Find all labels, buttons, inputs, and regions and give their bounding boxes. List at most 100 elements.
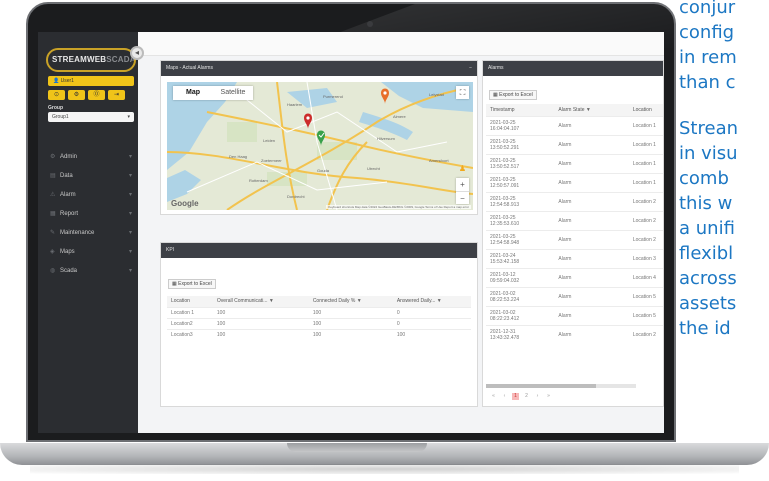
camera-dot — [367, 21, 373, 27]
alarm-time: 12:50:57.091 — [490, 182, 520, 189]
map-label-hilversum: Hilversum — [377, 136, 395, 141]
alarms-column-header[interactable]: Location — [628, 104, 663, 116]
alarm-timestamp-cell: 2021-03-25 12:54:58.913 — [486, 191, 555, 211]
filter-icon[interactable]: ▼ — [585, 107, 591, 113]
sidebar-item-scada[interactable]: ◍ Scada ▾ — [38, 262, 138, 281]
alarm-location-cell: Location 5 — [628, 305, 663, 325]
fullscreen-icon[interactable]: ⛶ — [456, 86, 469, 99]
side-text-column: conjur config in rem than c Strean in visu co… — [679, 0, 769, 440]
sidebar-item-admin[interactable]: ⚙ Admin ▾ — [38, 148, 138, 167]
user-icon: 👤 — [53, 78, 61, 84]
alarm-state-cell: Alarm — [554, 210, 629, 230]
table-row[interactable]: Location2 100 100 0 — [167, 317, 471, 329]
alarm-timestamp-cell: 2021-12-31 13:43:32.478 — [486, 324, 555, 344]
alarms-export-excel-button[interactable]: ▦ Export to Excel — [489, 90, 537, 100]
sidebar-item-alarm[interactable]: ⚠ Alarm ▾ — [38, 186, 138, 205]
profile-action-button[interactable]: ⊙ — [48, 90, 65, 100]
logout-action-button[interactable]: ⇥ — [108, 90, 125, 100]
alarm-time: 12:35:53.610 — [490, 220, 520, 227]
side-text-line: in rem — [679, 47, 737, 68]
filter-icon[interactable]: ▼ — [435, 298, 442, 304]
alarm-timestamp-cell: 2021-03-25 12:50:57.091 — [486, 172, 555, 192]
table-row[interactable]: 2021-03-24 15:53:42.158 Alarm Location 3 — [486, 248, 663, 268]
kpi-column-header[interactable]: Overall Communicati... ▼ — [212, 296, 309, 307]
pagination-button[interactable]: › — [534, 393, 541, 400]
pagination-button[interactable]: 2 — [523, 393, 530, 400]
pagination-button[interactable]: 1 — [512, 393, 519, 400]
filter-icon[interactable]: ▼ — [355, 298, 362, 304]
side-text-line: assets — [679, 293, 737, 314]
zoom-out-button[interactable]: − — [456, 191, 469, 204]
table-row[interactable]: 2021-03-25 12:35:53.610 Alarm Location 2 — [486, 210, 663, 230]
map-tab-satellite[interactable]: Satellite — [213, 86, 253, 100]
kpi-column-header[interactable]: Connected Daily % ▼ — [308, 296, 393, 307]
alarm-location-cell: Location 2 — [628, 324, 663, 344]
map-label-lelystad: Lelystad — [429, 92, 444, 97]
kpi-export-excel-button[interactable]: ▦ Export to Excel — [168, 279, 216, 289]
table-row[interactable]: Location 1 100 100 0 — [167, 306, 471, 318]
panel-collapse-icon[interactable]: − — [469, 61, 472, 76]
table-row[interactable]: 2021-03-25 16:04:04.107 Alarm Location 1 — [486, 115, 663, 135]
settings-action-button[interactable]: ⚙ — [68, 90, 85, 100]
table-row[interactable]: 2021-03-12 09:59:04.032 Alarm Location 4 — [486, 267, 663, 287]
user-chip[interactable]: 👤 User1 — [48, 76, 134, 86]
alarm-state-cell: Alarm — [554, 134, 629, 154]
chevron-down-icon: ▾ — [128, 230, 132, 236]
kpi-column-header[interactable]: Answered Daily... ▼ — [392, 296, 471, 307]
alarm-location-cell: Location 1 — [628, 115, 663, 135]
map-view[interactable]: Purmerend Almere Hilversum Utrecht Amers… — [167, 82, 473, 210]
table-row[interactable]: 2021-12-31 13:43:32.478 Alarm Location 2 — [486, 324, 663, 344]
zoom-in-button[interactable]: + — [456, 178, 469, 191]
side-text-line: across — [679, 268, 737, 289]
alarms-panel: Alarms ▦ Export to Excel Timestamp Alarm … — [482, 60, 664, 407]
google-logo: Google — [171, 199, 199, 208]
laptop-shadow — [30, 464, 739, 474]
sidebar-item-report[interactable]: ▦ Report ▾ — [38, 205, 138, 224]
pagination-button[interactable]: ‹ — [501, 393, 508, 400]
table-row[interactable]: 2021-03-02 08:22:23.412 Alarm Location 5 — [486, 305, 663, 325]
filter-icon[interactable]: ▼ — [267, 298, 274, 304]
sidebar-item-label: Report — [60, 211, 79, 217]
alarm-state-cell: Alarm — [554, 115, 629, 135]
sidebar-item-data[interactable]: ▤ Data ▾ — [38, 167, 138, 186]
alarm-time: 13:50:52.291 — [490, 144, 520, 151]
pagination-button[interactable]: « — [490, 393, 497, 400]
sidebar-item-maps[interactable]: ◈ Maps ▾ — [38, 243, 138, 262]
table-row[interactable]: Location3 100 100 100 — [167, 328, 471, 340]
map-canvas: Purmerend Almere Hilversum Utrecht Amers… — [167, 82, 473, 210]
table-row[interactable]: 2021-03-25 13:50:52.517 Alarm Location 1 — [486, 153, 663, 173]
scrollbar-thumb[interactable] — [486, 384, 596, 388]
table-cell: 100 — [308, 317, 393, 329]
app-logo[interactable]: STREAMWEBSCADA — [46, 48, 136, 72]
table-row[interactable]: 2021-03-02 08:22:53.224 Alarm Location 5 — [486, 286, 663, 306]
table-row[interactable]: 2021-03-25 12:54:58.948 Alarm Location 2 — [486, 229, 663, 249]
chevron-down-icon: ▾ — [128, 192, 132, 198]
alarms-column-header[interactable]: Timestamp — [486, 104, 555, 116]
maps-icon: ◈ — [50, 249, 55, 255]
data-icon: ▤ — [50, 173, 56, 179]
alarm-time: 12:54:58.948 — [490, 239, 520, 246]
table-cell: 100 — [308, 306, 393, 318]
alarms-pagination: « ‹ 1 2 › » — [490, 393, 552, 400]
pagination-button[interactable]: » — [545, 393, 552, 400]
map-attribution[interactable]: Keyboard shortcuts Map data ©2022 GeoBas… — [326, 205, 471, 209]
map-tab-map[interactable]: Map — [173, 86, 213, 100]
sidebar-collapse-button[interactable]: ◂ — [130, 46, 144, 60]
help-action-button[interactable]: ⓪ — [88, 90, 105, 100]
alarms-horizontal-scrollbar[interactable] — [486, 384, 636, 388]
kpi-column-header[interactable]: Location — [167, 296, 213, 307]
alarm-location-cell: Location 4 — [628, 267, 663, 287]
table-row[interactable]: 2021-03-25 12:50:57.091 Alarm Location 1 — [486, 172, 663, 192]
alarm-state-cell: Alarm — [554, 324, 629, 344]
sidebar-item-maintenance[interactable]: ✎ Maintenance ▾ — [38, 224, 138, 243]
map-label-zoetermeer: Zoetermeer — [261, 158, 282, 163]
alarm-icon: ⚠ — [50, 192, 56, 198]
table-row[interactable]: 2021-03-25 13:50:52.291 Alarm Location 1 — [486, 134, 663, 154]
side-text-line: than c — [679, 72, 736, 93]
table-row[interactable]: 2021-03-25 12:54:58.913 Alarm Location 2 — [486, 191, 663, 211]
alarms-column-header[interactable]: Alarm State ▼ — [554, 104, 629, 116]
group-select[interactable]: Group1 ▾ — [48, 112, 134, 122]
map-type-tabs: Map Satellite — [173, 86, 253, 100]
laptop-screen: STREAMWEBSCADA 👤 User1 ⊙ ⚙ ⓪ ⇥ Group Gro… — [38, 32, 664, 433]
pegman-icon[interactable]: ♟ — [456, 162, 469, 175]
